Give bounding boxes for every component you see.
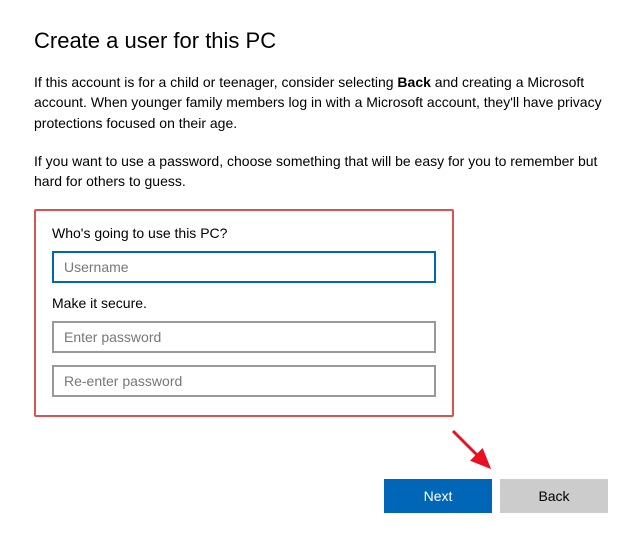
reenter-password-input[interactable] xyxy=(52,365,436,397)
page-title: Create a user for this PC xyxy=(34,28,608,54)
description-child-account: If this account is for a child or teenag… xyxy=(34,72,608,133)
back-button[interactable]: Back xyxy=(500,479,608,513)
button-row: Next Back xyxy=(384,479,608,513)
form-highlight-frame: Who's going to use this PC? Make it secu… xyxy=(34,209,454,417)
secure-label: Make it secure. xyxy=(52,295,436,311)
next-button[interactable]: Next xyxy=(384,479,492,513)
desc1-bold: Back xyxy=(397,74,430,90)
desc1-before: If this account is for a child or teenag… xyxy=(34,74,397,90)
username-input[interactable] xyxy=(52,251,436,283)
password-input[interactable] xyxy=(52,321,436,353)
description-password-hint: If you want to use a password, choose so… xyxy=(34,151,608,192)
arrow-annotation-icon xyxy=(445,423,505,483)
who-label: Who's going to use this PC? xyxy=(52,225,436,241)
